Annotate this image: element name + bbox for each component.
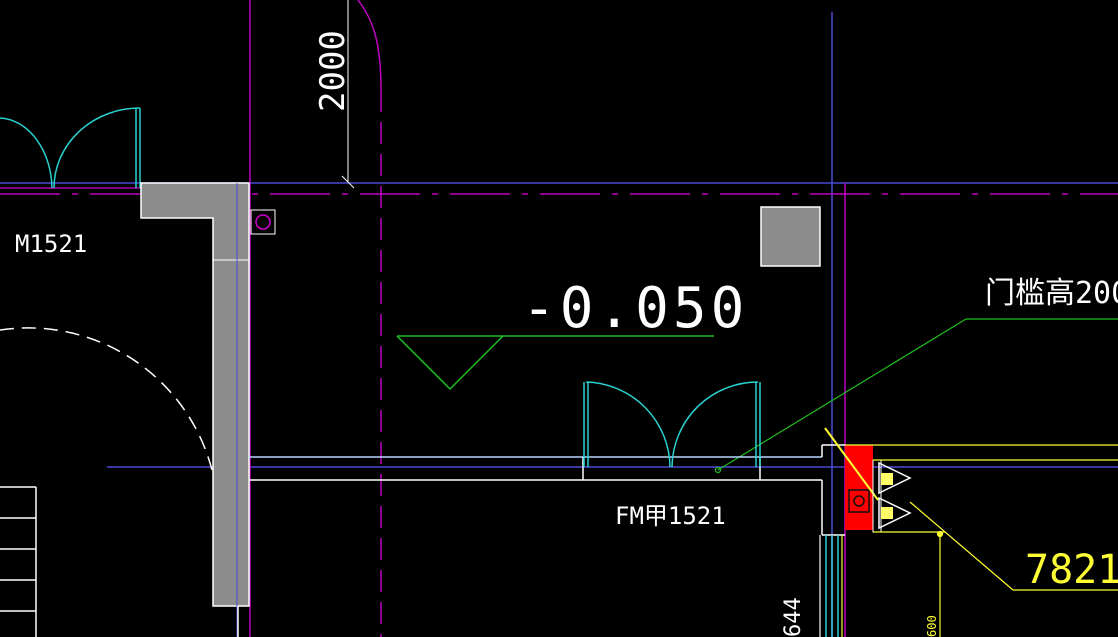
dimension-text-644: 644 (781, 597, 806, 637)
elevation-text: -0.050 (522, 276, 748, 341)
door-label-fm1521: FM甲1521 (615, 502, 726, 530)
cad-drawing-canvas[interactable]: 2000 M1521 -0.050 门槛高200 FM甲1521 644 782… (0, 0, 1118, 637)
yellow-square-top (881, 473, 893, 485)
threshold-note-text: 门槛高200 (985, 276, 1118, 311)
dimension-text-600: 600 (925, 615, 939, 637)
dimension-text-2000: 2000 (313, 30, 353, 112)
column-square (760, 206, 821, 267)
leader-number-text: 78216 (1025, 547, 1118, 593)
door-label-m1521: M1521 (15, 230, 87, 258)
yellow-square-bottom (881, 507, 893, 519)
